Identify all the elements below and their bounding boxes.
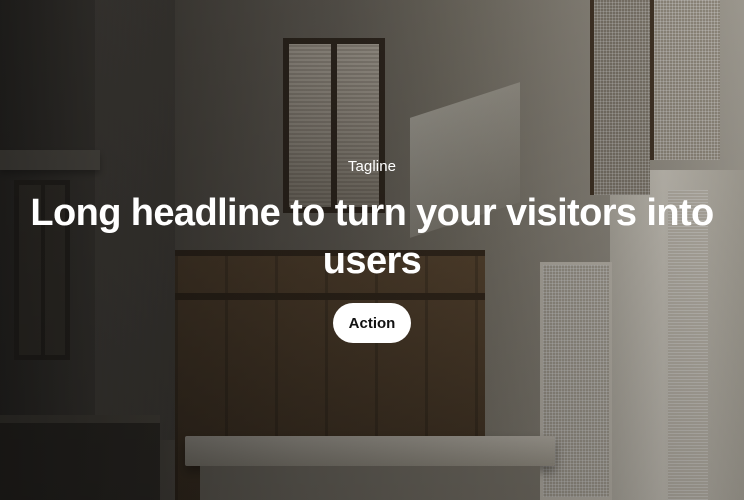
hero-section: Tagline Long headline to turn your visit… — [0, 0, 744, 500]
hero-content: Tagline Long headline to turn your visit… — [0, 0, 744, 500]
hero-tagline: Tagline — [347, 158, 397, 175]
hero-headline: Long headline to turn your visitors into… — [30, 192, 714, 282]
action-button[interactable]: Action — [332, 303, 412, 343]
